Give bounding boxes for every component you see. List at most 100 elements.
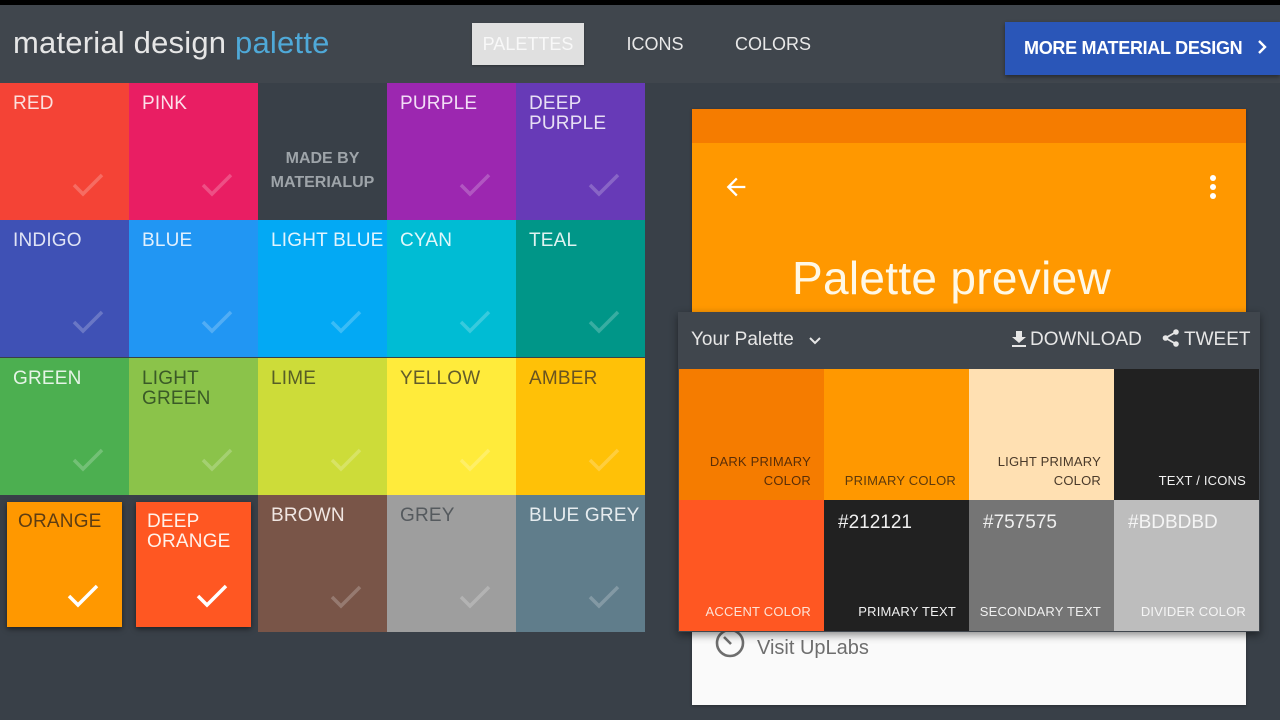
swatch-label: ACCENT COLOR — [706, 602, 811, 621]
checkmark-icon — [459, 310, 491, 334]
download-label: DOWNLOAD — [1030, 329, 1142, 350]
swatch-label: PRIMARY COLOR — [845, 471, 956, 490]
swatch-label-line: PRIMARY TEXT — [858, 604, 956, 619]
swatch-label-line: DIVIDER COLOR — [1140, 604, 1246, 619]
checkmark-icon — [459, 585, 491, 609]
color-tile-label: BLUE GREY — [529, 505, 640, 526]
swatch-secondary-text[interactable]: #757575 SECONDARY TEXT — [969, 500, 1114, 631]
swatch-label: TEXT / ICONS — [1159, 471, 1246, 490]
swatch-label-line: COLOR — [763, 473, 811, 488]
swatch-dark-primary-color[interactable]: DARK PRIMARY COLOR — [679, 369, 824, 500]
swatch-label-line: TEXT / ICONS — [1158, 473, 1246, 488]
swatch-primary-color[interactable]: PRIMARY COLOR — [824, 369, 969, 500]
color-tile-deep-orange[interactable]: DEEP ORANGE — [136, 502, 251, 627]
swatch-hex-value: #BDBDBD — [1128, 512, 1218, 533]
visit-uplabs-link[interactable]: Visit UpLabs — [757, 637, 869, 660]
color-tile-green[interactable]: GREEN — [0, 358, 129, 495]
swatch-text-icons[interactable]: TEXT / ICONS — [1114, 369, 1259, 500]
checkmark-icon — [72, 310, 104, 334]
swatch-label: PRIMARY TEXT — [858, 602, 956, 621]
color-tile-label: LIGHT BLUE — [271, 230, 384, 251]
back-arrow-icon[interactable] — [722, 173, 750, 201]
palette-select-label: Your Palette — [691, 329, 794, 351]
color-tile-yellow[interactable]: YELLOW — [387, 358, 516, 495]
made-by-line: MADE BY — [285, 150, 360, 167]
color-tile-red[interactable]: RED — [0, 83, 129, 220]
swatch-divider-color[interactable]: #BDBDBD DIVIDER COLOR — [1114, 500, 1259, 631]
made-by-text: MADE BY MATERIALUP — [258, 147, 387, 195]
color-tile-purple[interactable]: PURPLE — [387, 83, 516, 220]
swatch-label-line: ACCENT COLOR — [705, 604, 811, 619]
nav-tab-palettes[interactable]: PALETTES — [472, 23, 584, 65]
color-tile-label: ORANGE — [18, 511, 102, 532]
color-tile-indigo[interactable]: INDIGO — [0, 220, 129, 357]
more-button-label: MORE MATERIAL DESIGN — [1024, 38, 1243, 58]
color-tile-deep-purple[interactable]: DEEP PURPLE — [516, 83, 645, 220]
color-tile-label: BLUE — [142, 230, 193, 251]
download-icon — [1012, 331, 1026, 353]
color-tile-brown[interactable]: BROWN — [258, 495, 387, 632]
checkmark-icon — [196, 584, 228, 608]
color-tile-grey[interactable]: GREY — [387, 495, 516, 632]
color-tile-pink[interactable]: PINK — [129, 83, 258, 220]
checkmark-icon — [72, 448, 104, 472]
your-palette-dropdown[interactable]: Your Palette — [691, 329, 821, 351]
swatch-label: SECONDARY TEXT — [980, 602, 1101, 621]
swatch-hex-value: #757575 — [983, 512, 1057, 533]
checkmark-icon — [459, 448, 491, 472]
color-tile-label: GREY — [400, 505, 455, 526]
checkmark-icon — [588, 173, 620, 197]
swatch-primary-text[interactable]: #212121 PRIMARY TEXT — [824, 500, 969, 631]
palette-panel-header: Your Palette DOWNLOAD TWEET — [678, 312, 1260, 369]
checkmark-icon — [72, 173, 104, 197]
color-tile-label: LIGHT GREEN — [142, 368, 211, 409]
color-tile-label: PURPLE — [400, 93, 478, 114]
color-tile-lime[interactable]: LIME — [258, 358, 387, 495]
tweet-label: TWEET — [1184, 329, 1251, 350]
swatch-label: LIGHT PRIMARY COLOR — [998, 452, 1101, 490]
swatch-label-line: SECONDARY TEXT — [979, 604, 1101, 619]
color-tile-label: TEAL — [529, 230, 578, 251]
color-tile-amber[interactable]: AMBER — [516, 358, 645, 495]
color-tile-label: DEEP PURPLE — [529, 93, 607, 134]
made-by-materialup-credit[interactable]: MADE BY MATERIALUP — [258, 83, 387, 220]
site-header: material design palette PALETTES ICONS C… — [0, 5, 1280, 83]
swatch-label-line: PRIMARY COLOR — [844, 473, 956, 488]
swatch-label-line: COLOR — [1053, 473, 1101, 488]
color-tile-cyan[interactable]: CYAN — [387, 220, 516, 357]
logo-text-main: material design — [13, 25, 236, 60]
checkmark-icon — [330, 585, 362, 609]
checkmark-icon — [330, 310, 362, 334]
color-tile-blue[interactable]: BLUE — [129, 220, 258, 357]
color-tile-teal[interactable]: TEAL — [516, 220, 645, 357]
color-tile-label: CYAN — [400, 230, 453, 251]
nav-tab-icons[interactable]: ICONS — [612, 23, 698, 65]
color-tile-label: AMBER — [529, 368, 598, 389]
share-icon — [1162, 329, 1180, 353]
swatch-label: DIVIDER COLOR — [1141, 602, 1246, 621]
color-tile-label: YELLOW — [400, 368, 481, 389]
swatch-accent-color[interactable]: ACCENT COLOR — [679, 500, 824, 631]
more-vert-icon[interactable] — [1206, 173, 1220, 201]
preview-status-bar — [692, 109, 1246, 143]
color-tile-blue-grey[interactable]: BLUE GREY — [516, 495, 645, 632]
preview-app-bar: Palette preview — [692, 143, 1246, 313]
swatch-label-line: DARK PRIMARY — [709, 454, 811, 469]
color-tile-light-green[interactable]: LIGHT GREEN — [129, 358, 258, 495]
color-tile-orange[interactable]: ORANGE — [7, 502, 122, 627]
download-button[interactable]: DOWNLOAD — [1012, 329, 1142, 353]
site-logo[interactable]: material design palette — [13, 25, 330, 61]
more-material-design-button[interactable]: MORE MATERIAL DESIGN — [1005, 22, 1280, 75]
color-tile-label: RED — [13, 93, 54, 114]
color-tile-light-blue[interactable]: LIGHT BLUE — [258, 220, 387, 357]
swatch-label: DARK PRIMARY COLOR — [710, 452, 811, 490]
checkmark-icon — [201, 173, 233, 197]
nav-tab-colors[interactable]: COLORS — [726, 23, 820, 65]
checkmark-icon — [330, 448, 362, 472]
color-tile-label: INDIGO — [13, 230, 82, 251]
your-palette-panel: Your Palette DOWNLOAD TWEET DARK PRIMARY… — [678, 312, 1260, 632]
swatch-light-primary-color[interactable]: LIGHT PRIMARY COLOR — [969, 369, 1114, 500]
checkmark-icon — [201, 310, 233, 334]
checkmark-icon — [201, 448, 233, 472]
tweet-button[interactable]: TWEET — [1162, 329, 1251, 353]
